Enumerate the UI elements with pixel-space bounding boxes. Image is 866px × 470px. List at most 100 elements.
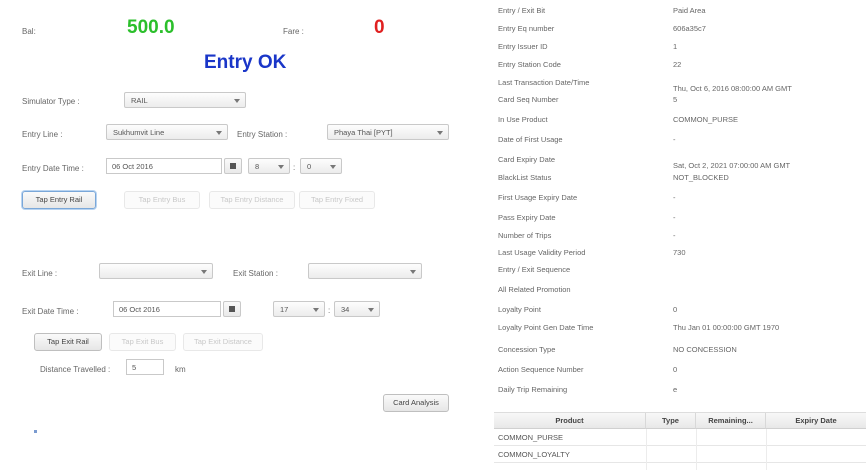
detail-label: Loyalty Point Gen Date Time [498, 323, 594, 332]
tap-entry-distance-button[interactable]: Tap Entry Distance [209, 191, 295, 209]
entry-line-value: Sukhumvit Line [113, 128, 165, 137]
balance-value: 500.0 [127, 17, 175, 38]
exit-date-time-label: Exit Date Time : [22, 307, 79, 316]
detail-value: e [673, 385, 678, 394]
detail-value: - [673, 231, 676, 240]
tap-entry-fixed-button[interactable]: Tap Entry Fixed [299, 191, 375, 209]
exit-time-separator: : [328, 306, 331, 315]
detail-value: 0 [673, 305, 678, 314]
detail-label: Entry / Exit Bit [498, 6, 546, 15]
distance-unit: km [175, 365, 186, 374]
detail-label: Entry / Exit Sequence [498, 265, 571, 274]
detail-label: All Related Promotion [498, 285, 571, 294]
fare-value: 0 [374, 17, 385, 38]
marker-dot [34, 430, 37, 433]
entry-line-select[interactable]: Sukhumvit Line [106, 124, 228, 140]
calendar-icon [230, 163, 236, 169]
exit-minute-value: 34 [341, 305, 350, 314]
detail-value: Paid Area [673, 6, 706, 15]
detail-value: Thu, Oct 6, 2016 08:00:00 AM GMT [673, 84, 792, 93]
exit-calendar-button[interactable] [223, 301, 241, 317]
product-cell: COMMON_PURSE [498, 433, 564, 442]
simulator-type-select[interactable]: RAIL [124, 92, 246, 108]
exit-hour-select[interactable]: 17 [273, 301, 325, 317]
tap-exit-rail-button[interactable]: Tap Exit Rail [34, 333, 102, 351]
column-header-remaining[interactable]: Remaining... [696, 413, 766, 429]
chevron-down-icon [201, 270, 207, 274]
detail-value: NO CONCESSION [673, 345, 737, 354]
exit-line-select[interactable] [99, 263, 213, 279]
simulator-type-value: RAIL [131, 96, 148, 105]
detail-label: Card Seq Number [498, 95, 559, 104]
exit-date-field[interactable]: 06 Oct 2016 [113, 301, 221, 317]
distance-input[interactable]: 5 [126, 359, 164, 375]
distance-travelled-label: Distance Travelled : [40, 365, 111, 374]
column-divider [766, 429, 767, 470]
entry-date-time-label: Entry Date Time : [22, 164, 84, 173]
detail-value: - [673, 213, 676, 222]
detail-label: Loyalty Point [498, 305, 541, 314]
tap-entry-bus-button[interactable]: Tap Entry Bus [124, 191, 200, 209]
exit-station-label: Exit Station : [233, 269, 278, 278]
chevron-down-icon [410, 270, 416, 274]
column-header-expiry-date[interactable]: Expiry Date [766, 413, 866, 429]
entry-calendar-button[interactable] [224, 158, 242, 174]
chevron-down-icon [313, 308, 319, 312]
fare-label: Fare : [283, 27, 304, 36]
entry-time-separator: : [293, 163, 296, 172]
entry-hour-select[interactable]: 8 [248, 158, 290, 174]
detail-value: Thu Jan 01 00:00:00 GMT 1970 [673, 323, 780, 332]
table-row[interactable]: COMMON_PURSE [494, 429, 866, 446]
detail-label: BlackList Status [498, 173, 552, 182]
tap-entry-rail-button[interactable]: Tap Entry Rail [22, 191, 96, 209]
detail-label: Card Expiry Date [498, 155, 556, 164]
exit-date-value: 06 Oct 2016 [119, 305, 160, 314]
tap-exit-distance-button[interactable]: Tap Exit Distance [183, 333, 263, 351]
balance-label: Bal: [22, 27, 36, 36]
tap-exit-bus-button[interactable]: Tap Exit Bus [109, 333, 176, 351]
detail-value: COMMON_PURSE [673, 115, 739, 124]
entry-date-field[interactable]: 06 Oct 2016 [106, 158, 222, 174]
detail-label: First Usage Expiry Date [498, 193, 578, 202]
detail-label: Daily Trip Remaining [498, 385, 568, 394]
entry-minute-select[interactable]: 0 [300, 158, 342, 174]
table-row[interactable]: COMMON_LOYALTY [494, 446, 866, 463]
simulator-type-label: Simulator Type : [22, 97, 80, 106]
detail-label: Concession Type [498, 345, 556, 354]
chevron-down-icon [278, 165, 284, 169]
detail-label: Action Sequence Number [498, 365, 584, 374]
entry-line-label: Entry Line : [22, 130, 63, 139]
detail-value: 1 [673, 42, 678, 51]
entry-station-select[interactable]: Phaya Thai [PYT] [327, 124, 449, 140]
distance-value: 5 [132, 363, 137, 372]
status-message: Entry OK [204, 52, 287, 73]
product-table: Product Type Remaining... Expiry Date CO… [494, 412, 866, 470]
calendar-icon [229, 306, 235, 312]
exit-hour-value: 17 [280, 305, 289, 314]
detail-label: Last Transaction Date/Time [498, 78, 590, 87]
detail-value: 730 [673, 248, 686, 257]
detail-label: In Use Product [498, 115, 548, 124]
chevron-down-icon [368, 308, 374, 312]
column-divider [696, 429, 697, 470]
column-header-type[interactable]: Type [646, 413, 696, 429]
detail-label: Entry Station Code [498, 60, 561, 69]
column-header-product[interactable]: Product [494, 413, 646, 429]
card-analysis-button[interactable]: Card Analysis [383, 394, 449, 412]
chevron-down-icon [216, 131, 222, 135]
chevron-down-icon [437, 131, 443, 135]
detail-label: Entry Issuer ID [498, 42, 548, 51]
detail-value: 5 [673, 95, 678, 104]
chevron-down-icon [330, 165, 336, 169]
chevron-down-icon [234, 99, 240, 103]
entry-minute-value: 0 [307, 162, 312, 171]
exit-station-select[interactable] [308, 263, 422, 279]
detail-label: Entry Eq number [498, 24, 555, 33]
exit-minute-select[interactable]: 34 [334, 301, 380, 317]
exit-line-label: Exit Line : [22, 269, 58, 278]
entry-station-value: Phaya Thai [PYT] [334, 128, 393, 137]
detail-value: 0 [673, 365, 678, 374]
detail-label: Pass Expiry Date [498, 213, 556, 222]
detail-label: Date of First Usage [498, 135, 563, 144]
entry-station-label: Entry Station : [237, 130, 288, 139]
